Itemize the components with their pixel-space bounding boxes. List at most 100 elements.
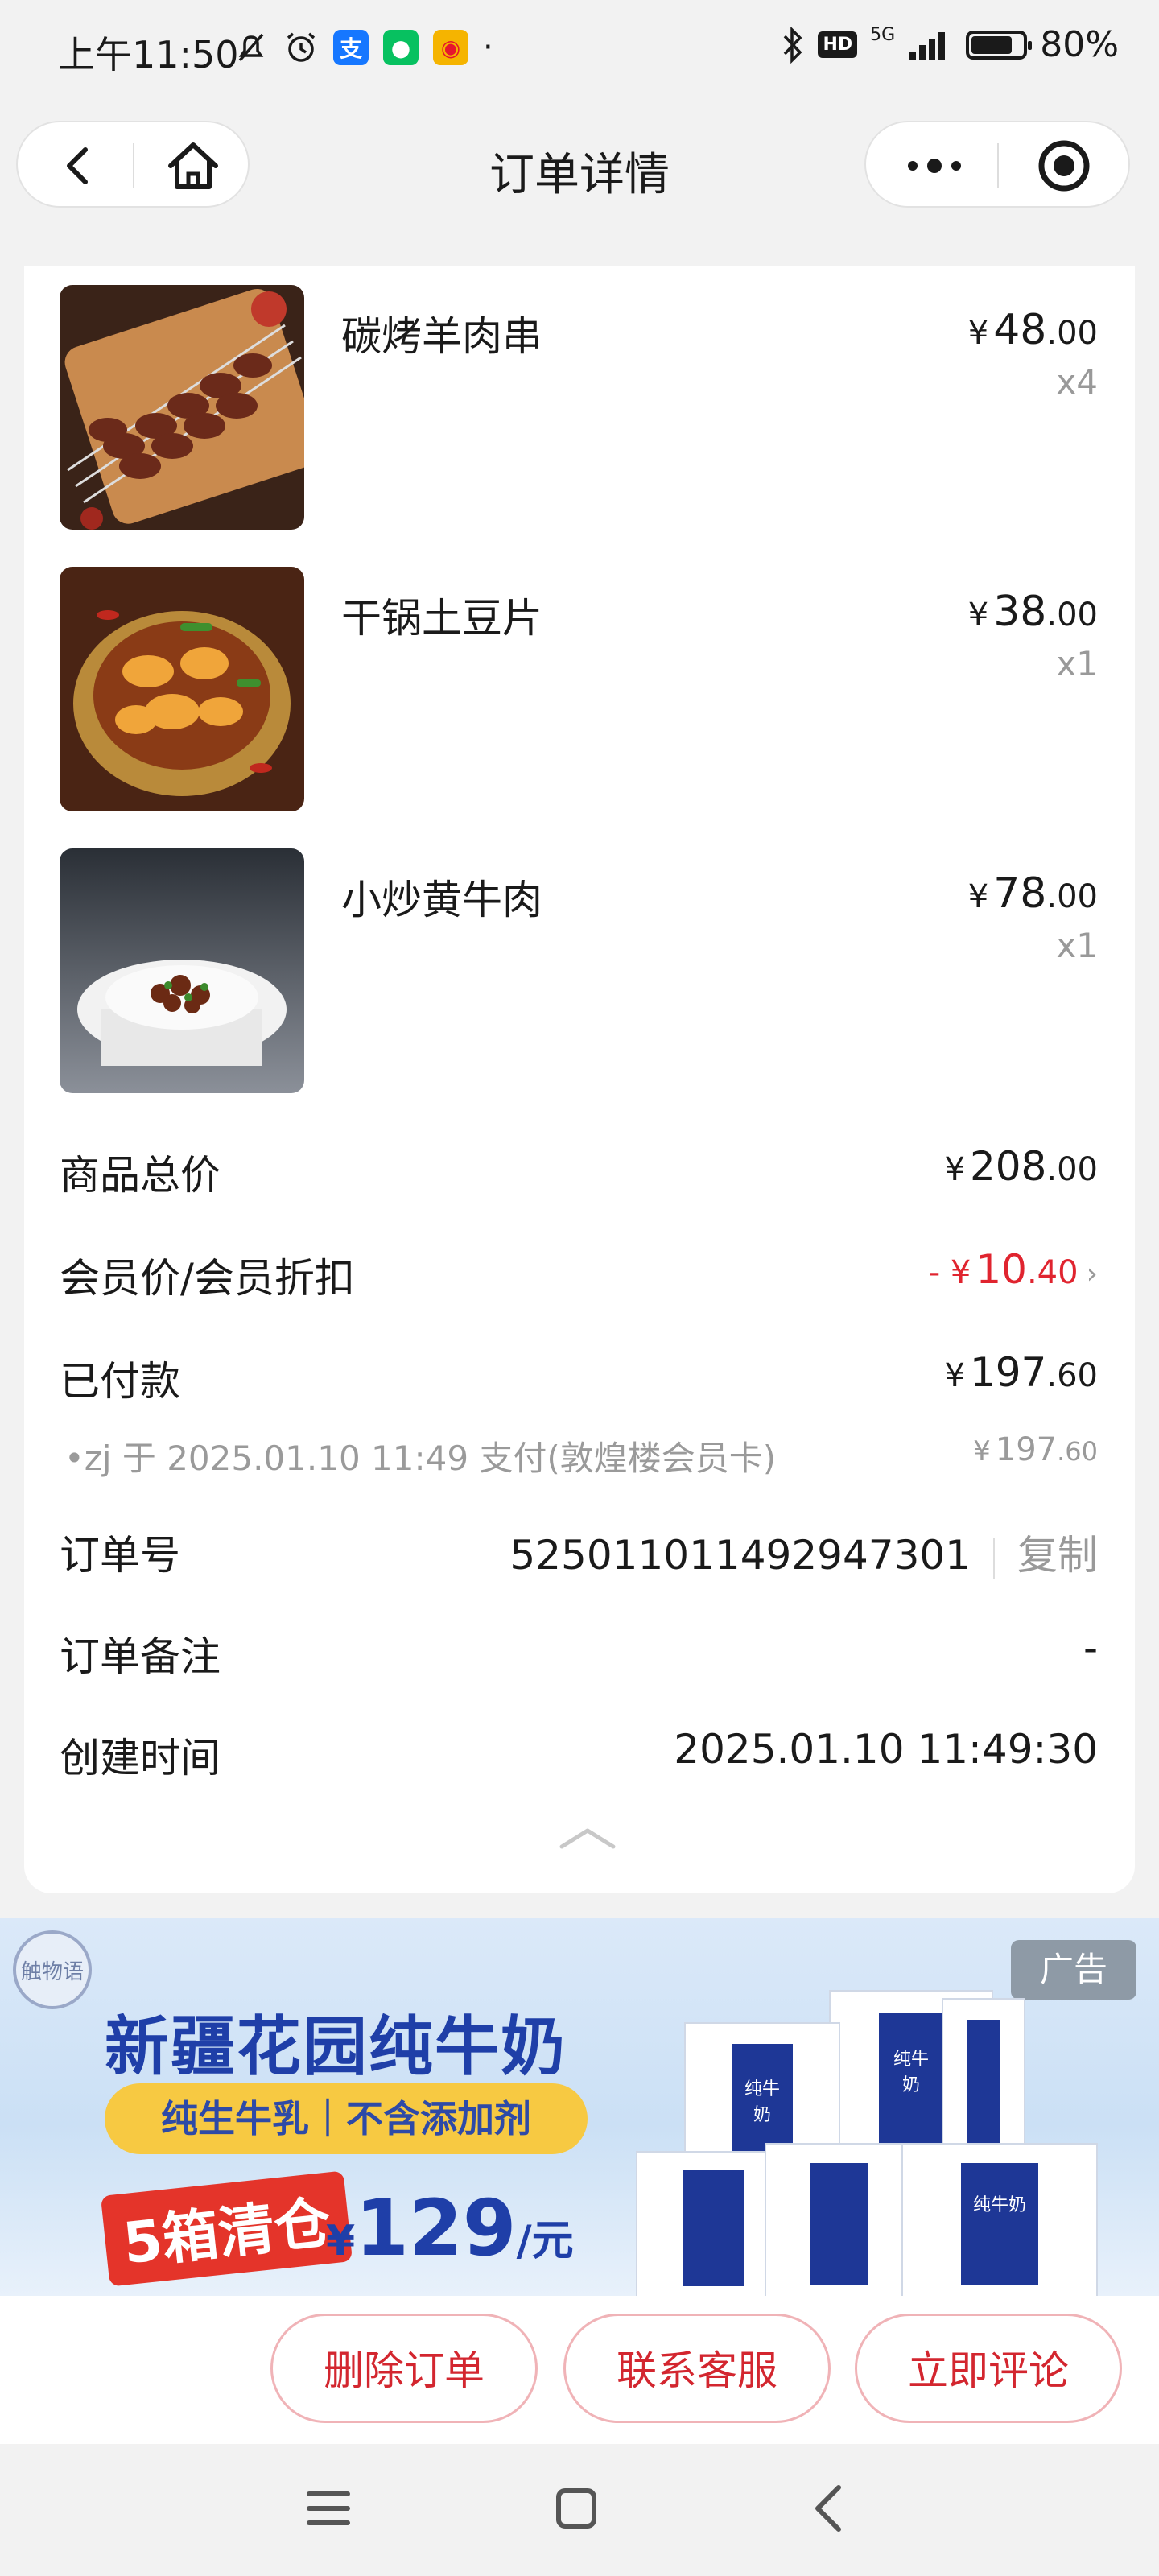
item-quantity: x1 — [1056, 644, 1098, 683]
currency-symbol: ¥ — [967, 878, 989, 915]
order-remark-row: 订单备注 - — [60, 1624, 1098, 1689]
price-integer: 197 — [995, 1431, 1058, 1468]
lamb-skewers-photo — [60, 285, 304, 530]
currency-symbol: ¥ — [967, 315, 989, 352]
milk-box-text: 纯牛奶 — [893, 2050, 929, 2095]
milk-box-text: 纯牛奶 — [972, 2195, 1026, 2215]
signal-icon — [909, 31, 946, 60]
mute-bell-icon — [238, 33, 264, 62]
discount-prefix: - ¥ — [928, 1254, 971, 1291]
copy-divider — [993, 1538, 995, 1579]
order-detail-card: 碳烤羊肉串 ¥48.00 x4 干锅土豆片 ¥38.00 x1 小炒黄牛肉 ¥ … — [24, 266, 1135, 1893]
menu-icon[interactable] — [296, 2476, 361, 2541]
price-integer: 48 — [993, 306, 1047, 354]
order-number-value-group: 525011011492947301 复制 — [509, 1523, 1098, 1581]
ad-title: 新疆花园纯牛奶 — [105, 2009, 567, 2084]
currency-symbol: ¥ — [326, 2217, 356, 2265]
price-decimal: .00 — [1046, 1151, 1098, 1188]
back-triangle-icon[interactable] — [797, 2476, 861, 2541]
ad-price-unit: /元 — [516, 2217, 574, 2265]
ad-brand-logo: 触物语 — [13, 1930, 92, 2009]
price-integer: 208 — [969, 1143, 1047, 1190]
price-decimal: .40 — [1026, 1254, 1079, 1291]
weibo-icon: ◉ — [433, 30, 468, 65]
milk-box-label — [961, 2162, 1038, 2285]
battery-fill — [971, 35, 1012, 54]
currency-symbol: ¥ — [973, 1435, 991, 1468]
more-icon[interactable] — [898, 142, 971, 190]
status-app-icons: 支 ● ◉ · — [233, 29, 493, 66]
currency-symbol: ¥ — [967, 597, 989, 634]
item-name: 碳烤羊肉串 — [341, 313, 542, 360]
close-miniprogram-icon[interactable] — [1035, 137, 1093, 195]
price-decimal: .00 — [1046, 315, 1098, 352]
bottom-action-bar: 删除订单 联系客服 立即评论 — [0, 2296, 1159, 2444]
item-quantity: x1 — [1056, 926, 1098, 965]
review-now-button[interactable]: 立即评论 — [855, 2314, 1122, 2423]
milk-box-text: 纯牛奶 — [744, 2079, 780, 2125]
price-integer: 197 — [969, 1349, 1047, 1396]
member-discount-row[interactable]: 会员价/会员折扣 - ¥10.40 › — [60, 1246, 1098, 1311]
stir-fried-beef-photo — [60, 848, 304, 1093]
payment-detail-amount: ¥197.60 — [973, 1431, 1098, 1468]
ad-price: ¥129/元 — [326, 2183, 574, 2273]
currency-symbol: ¥ — [944, 1151, 965, 1188]
item-name: 干锅土豆片 — [341, 595, 542, 642]
order-item[interactable]: 碳烤羊肉串 ¥48.00 x4 — [60, 285, 1098, 531]
item-price: ¥78.00 — [968, 869, 1098, 918]
item-quantity: x4 — [1056, 362, 1098, 402]
order-item[interactable]: 小炒黄牛肉 ¥78.00 x1 — [60, 848, 1098, 1095]
wechat-icon: ● — [383, 30, 419, 65]
order-remark-value: - — [1083, 1624, 1098, 1671]
item-name: 小炒黄牛肉 — [341, 877, 542, 923]
item-price: ¥48.00 — [968, 306, 1098, 354]
alipay-icon: 支 — [333, 30, 369, 65]
bluetooth-icon — [784, 26, 802, 64]
delete-order-button[interactable]: 删除订单 — [270, 2314, 538, 2423]
order-number: 525011011492947301 — [509, 1532, 971, 1579]
collapse-up-icon[interactable] — [555, 1823, 620, 1852]
total-price-value: ¥208.00 — [944, 1143, 1098, 1190]
order-number-label: 订单号 — [60, 1532, 180, 1579]
nav-bar: 订单详情 — [0, 105, 1159, 233]
total-price-row: 商品总价 ¥208.00 — [60, 1143, 1098, 1208]
price-decimal: .00 — [1046, 878, 1098, 915]
status-right: HD 5G 80% — [781, 24, 1119, 65]
alarm-icon — [287, 32, 316, 62]
milk-box-label — [683, 2169, 744, 2286]
nav-capsule-right — [864, 121, 1130, 208]
status-bar: 上午11:50 支 ● ◉ · HD 5G 80% — [0, 0, 1159, 105]
total-price-label: 商品总价 — [60, 1152, 221, 1199]
home-square-icon[interactable] — [544, 2476, 608, 2541]
ad-banner[interactable]: 触物语 广告 新疆花园纯牛奶 纯生牛乳｜不含添加剂 5箱清仓 ¥129/元 纯牛… — [0, 1918, 1159, 2296]
price-integer: 38 — [993, 588, 1047, 636]
status-time: 上午11:50 — [58, 33, 239, 76]
chevron-right-icon: › — [1086, 1257, 1098, 1290]
price-decimal: .60 — [1046, 1357, 1098, 1394]
order-number-row: 订单号 525011011492947301 复制 — [60, 1523, 1098, 1587]
milk-box: 纯牛奶 — [901, 2143, 1098, 2296]
order-item[interactable]: 干锅土豆片 ¥38.00 x1 — [60, 567, 1098, 813]
created-time-value: 2025.01.10 11:49:30 — [674, 1726, 1098, 1773]
item-price: ¥38.00 — [968, 588, 1098, 636]
member-discount-label: 会员价/会员折扣 — [60, 1255, 355, 1302]
ad-price-value: 129 — [355, 2183, 517, 2273]
milk-box-label — [967, 2020, 1000, 2156]
member-discount-value: - ¥10.40 › — [929, 1246, 1098, 1293]
price-decimal: .60 — [1057, 1436, 1098, 1467]
paid-row: 已付款 ¥197.60 — [60, 1349, 1098, 1414]
contact-service-button[interactable]: 联系客服 — [563, 2314, 831, 2423]
copy-button[interactable]: 复制 — [1017, 1532, 1098, 1579]
order-remark-label: 订单备注 — [60, 1633, 221, 1680]
price-decimal: .00 — [1046, 597, 1098, 634]
capsule-divider — [997, 143, 999, 188]
network-type: 5G — [870, 25, 896, 45]
battery-icon — [966, 30, 1033, 60]
battery-percent: 80% — [1040, 24, 1119, 65]
paid-value: ¥197.60 — [944, 1349, 1098, 1396]
status-dot: · — [483, 29, 493, 66]
created-time-label: 创建时间 — [60, 1735, 221, 1781]
price-integer: 78 — [993, 869, 1047, 918]
system-nav-bar — [0, 2444, 1159, 2576]
currency-symbol: ¥ — [944, 1357, 965, 1394]
